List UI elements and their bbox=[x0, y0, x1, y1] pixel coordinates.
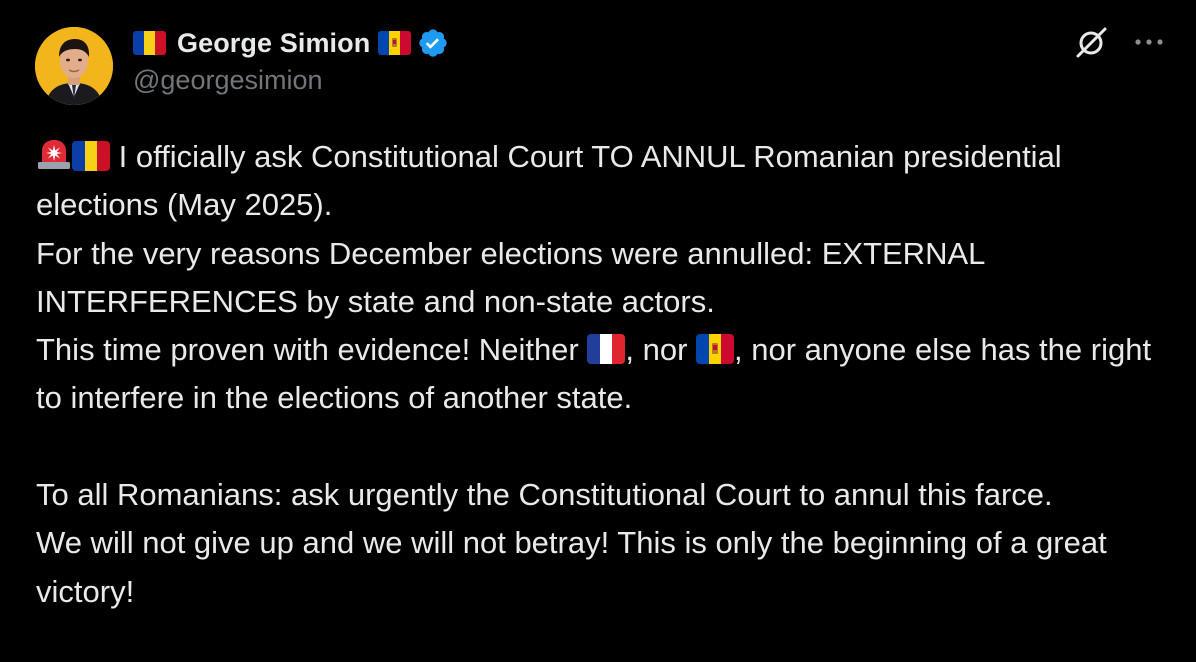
moldova-flag-icon bbox=[378, 31, 412, 55]
romania-flag-icon bbox=[133, 31, 166, 55]
tweet-line-3b: , nor bbox=[625, 332, 697, 368]
tweet-actions-top bbox=[1074, 24, 1166, 60]
romania-flag-emoji bbox=[72, 141, 110, 171]
tweet-line-5: We will not give up and we will not betr… bbox=[36, 525, 1107, 609]
more-options-icon[interactable] bbox=[1132, 32, 1166, 52]
verified-badge-icon[interactable] bbox=[417, 27, 449, 59]
tweet-paragraph-2: To all Romanians: ask urgently the Const… bbox=[36, 471, 1166, 616]
author-handle[interactable]: @georgesimion bbox=[133, 65, 449, 96]
grok-icon[interactable] bbox=[1074, 24, 1110, 60]
tweet-card: George Simion @georgesimion I officially… bbox=[0, 0, 1196, 662]
author-display-name[interactable]: George Simion bbox=[177, 28, 370, 59]
tweet-line-1: I officially ask Constitutional Court TO… bbox=[36, 139, 1062, 223]
author-block: George Simion @georgesimion bbox=[133, 24, 449, 96]
author-name-row[interactable]: George Simion bbox=[133, 24, 449, 62]
tweet-paragraph-1: I officially ask Constitutional Court TO… bbox=[36, 133, 1166, 423]
tweet-line-3a: This time proven with evidence! Neither bbox=[36, 332, 588, 368]
avatar[interactable] bbox=[35, 27, 113, 105]
siren-emoji bbox=[36, 137, 72, 171]
tweet-line-2: For the very reasons December elections … bbox=[36, 235, 985, 319]
france-flag-emoji bbox=[587, 334, 626, 365]
tweet-line-4: To all Romanians: ask urgently the Const… bbox=[36, 477, 1053, 513]
moldova-flag-emoji bbox=[696, 334, 735, 365]
tweet-text: I officially ask Constitutional Court TO… bbox=[36, 133, 1166, 616]
